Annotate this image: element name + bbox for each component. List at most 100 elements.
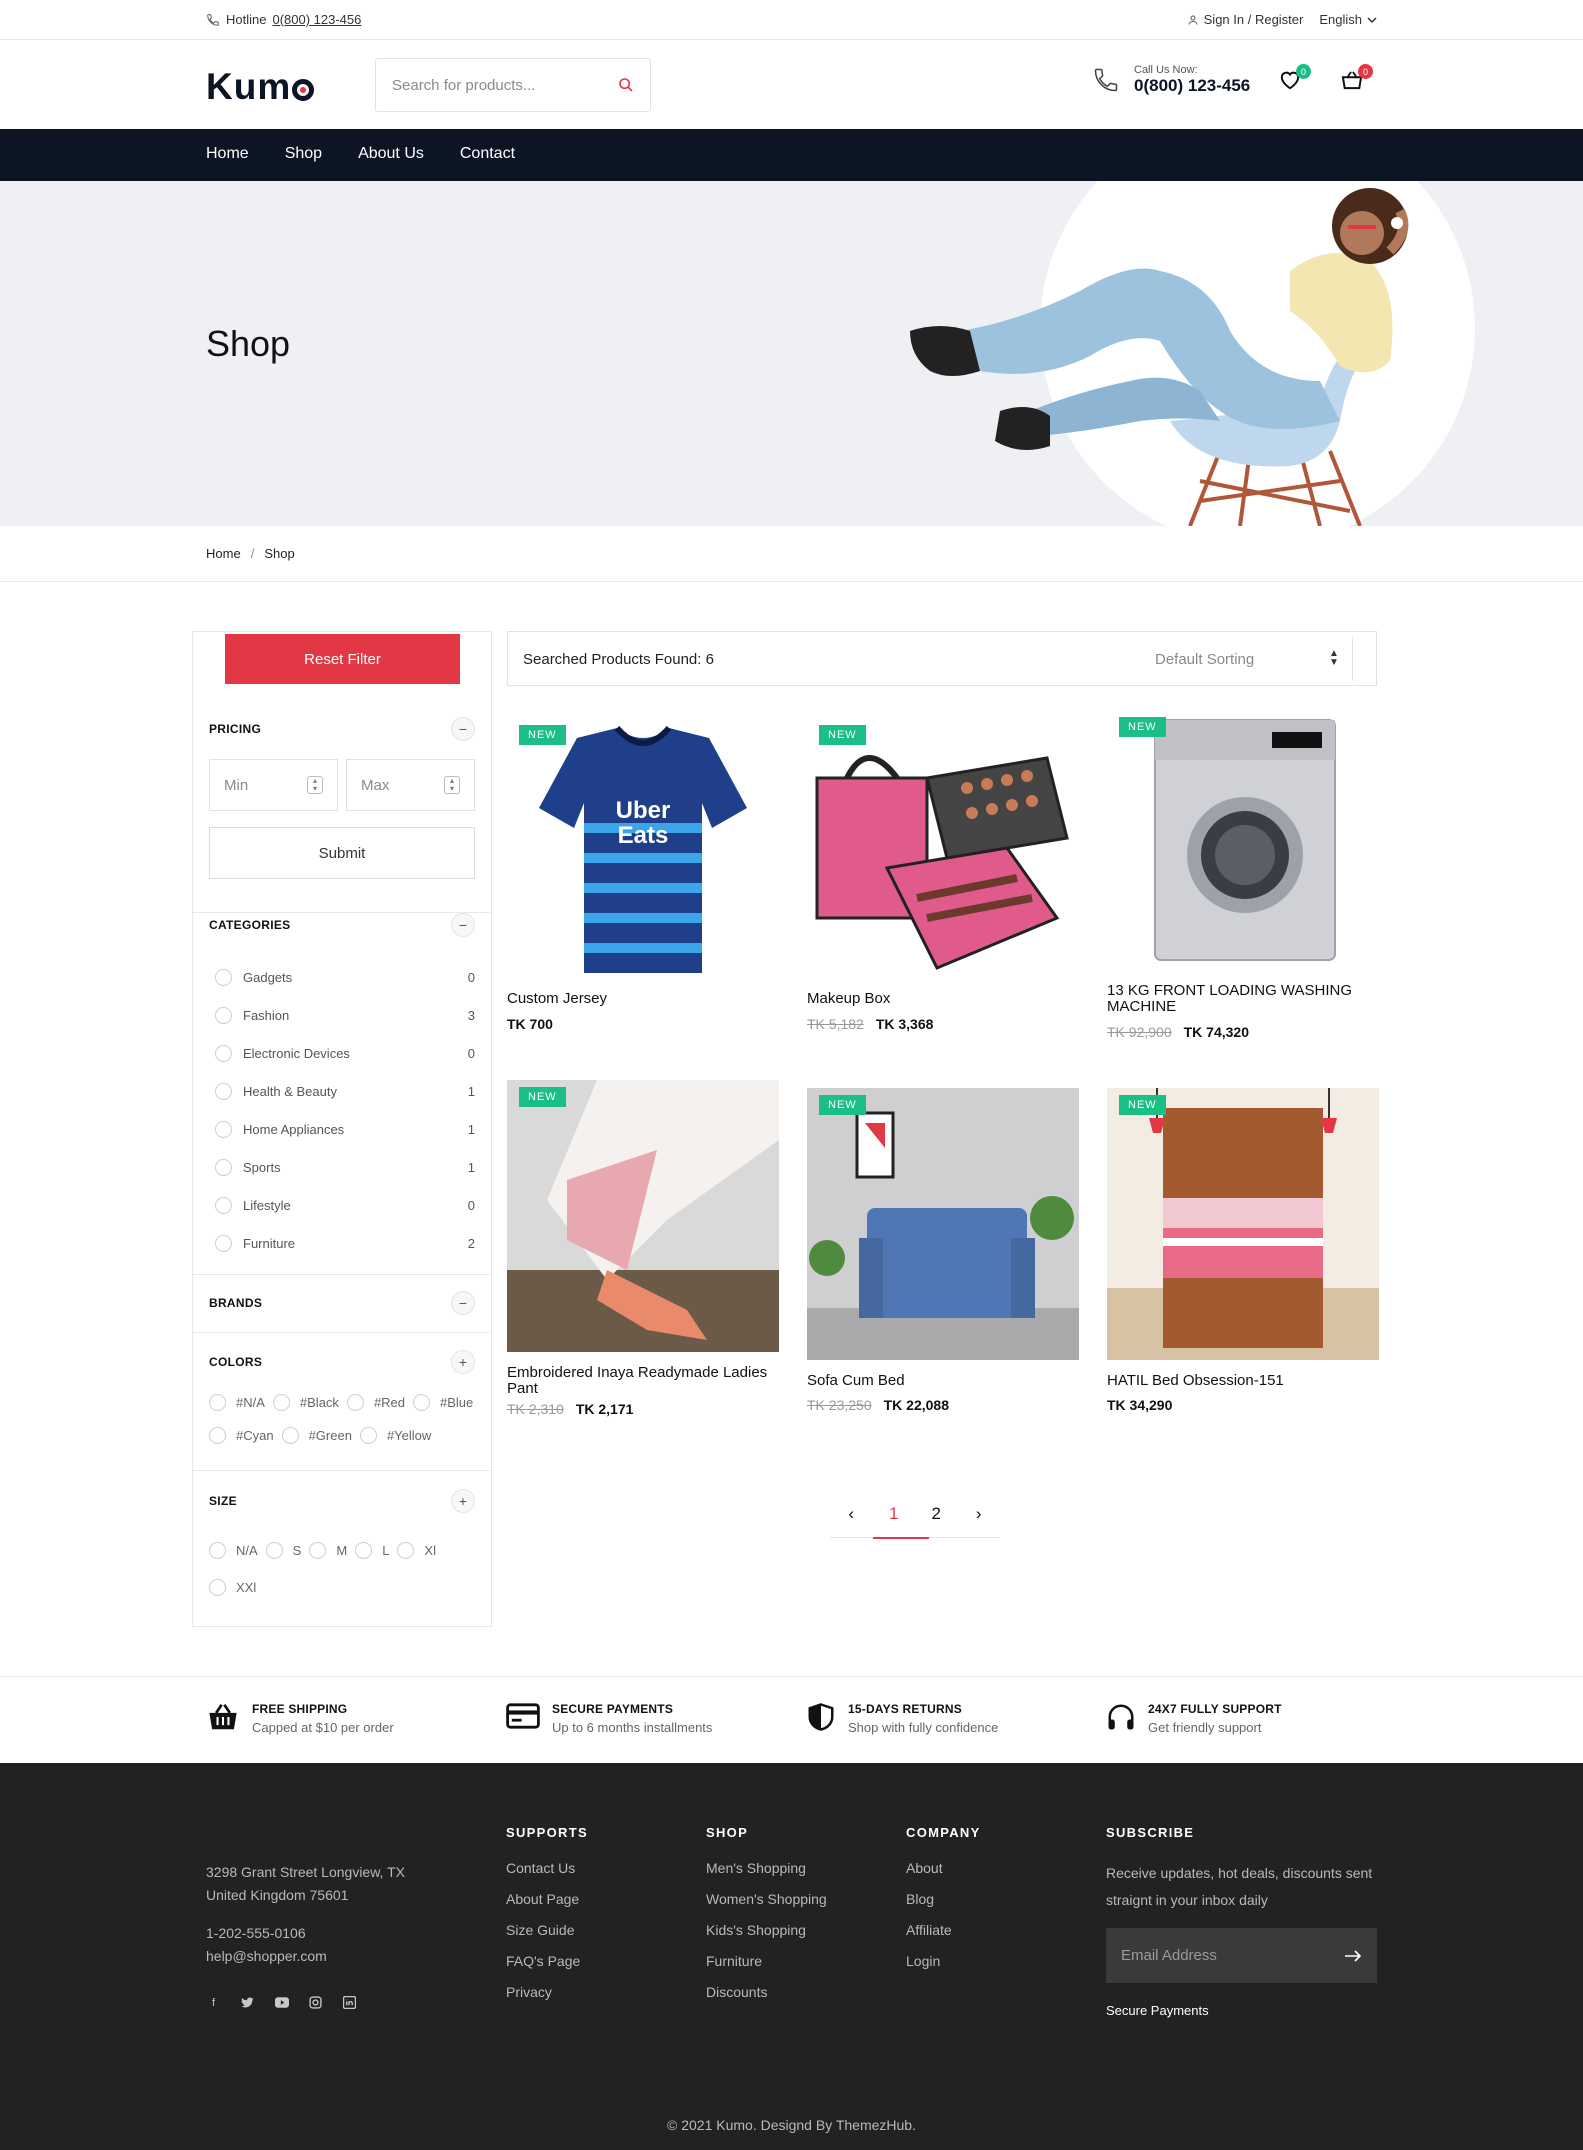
product-image[interactable]: NEW bbox=[1107, 1088, 1379, 1360]
next-page-button[interactable]: › bbox=[958, 1504, 1001, 1524]
sort-arrows-icon[interactable]: ▲ ▼ bbox=[1329, 649, 1339, 668]
product-name[interactable]: Makeup Box bbox=[807, 991, 1079, 1007]
radio-icon[interactable] bbox=[215, 1006, 232, 1024]
product-name[interactable]: 13 KG FRONT LOADING WASHING MACHINE bbox=[1107, 983, 1379, 1015]
categories-collapse-button[interactable]: − bbox=[451, 913, 475, 937]
prev-page-button[interactable]: ‹ bbox=[830, 1504, 873, 1524]
pricing-collapse-button[interactable]: − bbox=[451, 717, 475, 741]
footer-link[interactable]: Privacy bbox=[506, 1984, 588, 2000]
linkedin-icon[interactable] bbox=[342, 1995, 357, 2010]
radio-icon[interactable] bbox=[346, 1394, 364, 1411]
product-name[interactable]: Custom Jersey bbox=[507, 991, 779, 1007]
radio-icon[interactable] bbox=[215, 1158, 232, 1176]
footer-link[interactable]: Affiliate bbox=[906, 1922, 981, 1938]
min-price-input[interactable]: Min ▴ ▾ bbox=[209, 759, 338, 811]
hotline-number[interactable]: 0(800) 123-456 bbox=[272, 12, 361, 27]
twitter-icon[interactable] bbox=[240, 1995, 255, 2010]
nav-contact[interactable]: Contact bbox=[460, 145, 515, 163]
footer-link[interactable]: Login bbox=[906, 1953, 981, 1969]
product-image[interactable]: NEW bbox=[807, 1088, 1079, 1360]
footer-link[interactable]: Furniture bbox=[706, 1953, 827, 1969]
color-option[interactable]: #Cyan bbox=[209, 1427, 274, 1444]
radio-icon[interactable] bbox=[215, 1196, 232, 1214]
facebook-icon[interactable]: f bbox=[206, 1995, 221, 2010]
footer-phone[interactable]: 1-202-555-0106 bbox=[206, 1922, 327, 1945]
radio-icon[interactable] bbox=[359, 1427, 377, 1444]
radio-icon[interactable] bbox=[209, 1542, 226, 1559]
category-item[interactable]: Health & Beauty 1 bbox=[215, 1079, 475, 1103]
category-item[interactable]: Home Appliances 1 bbox=[215, 1117, 475, 1141]
stepper-icon[interactable]: ▴ ▾ bbox=[307, 776, 323, 794]
color-option[interactable]: #Green bbox=[281, 1427, 352, 1444]
sort-select[interactable]: Default Sorting bbox=[1155, 651, 1254, 668]
category-item[interactable]: Furniture 2 bbox=[215, 1231, 475, 1255]
radio-icon[interactable] bbox=[309, 1542, 327, 1559]
category-item[interactable]: Fashion 3 bbox=[215, 1003, 475, 1027]
stepper-icon[interactable]: ▴ ▾ bbox=[444, 776, 460, 794]
reset-filter-button[interactable]: Reset Filter bbox=[225, 634, 460, 684]
radio-icon[interactable] bbox=[209, 1427, 226, 1444]
radio-icon[interactable] bbox=[281, 1427, 299, 1444]
product-image[interactable]: NEW bbox=[1107, 710, 1379, 982]
footer-link[interactable]: Size Guide bbox=[506, 1922, 588, 1938]
logo[interactable]: Kum bbox=[206, 66, 315, 108]
price-submit-button[interactable]: Submit bbox=[209, 827, 475, 879]
radio-icon[interactable] bbox=[209, 1394, 226, 1411]
radio-icon[interactable] bbox=[265, 1542, 283, 1559]
instagram-icon[interactable] bbox=[308, 1995, 323, 2010]
color-option[interactable]: #N/A bbox=[209, 1394, 265, 1411]
size-option[interactable]: XXl bbox=[209, 1579, 256, 1596]
footer-link[interactable]: Contact Us bbox=[506, 1860, 588, 1876]
footer-link[interactable]: About bbox=[906, 1860, 981, 1876]
nav-shop[interactable]: Shop bbox=[285, 145, 322, 163]
radio-icon[interactable] bbox=[397, 1542, 415, 1559]
page-1[interactable]: 1 bbox=[872, 1490, 928, 1539]
breadcrumb-home[interactable]: Home bbox=[206, 546, 241, 561]
category-item[interactable]: Sports 1 bbox=[215, 1155, 475, 1179]
product-image[interactable]: NEW bbox=[507, 1080, 779, 1352]
nav-home[interactable]: Home bbox=[206, 145, 249, 163]
category-item[interactable]: Lifestyle 0 bbox=[215, 1193, 475, 1217]
email-input[interactable] bbox=[1121, 1947, 1344, 1964]
radio-icon[interactable] bbox=[215, 1044, 232, 1062]
radio-icon[interactable] bbox=[215, 1082, 232, 1100]
footer-link[interactable]: About Page bbox=[506, 1891, 588, 1907]
color-option[interactable]: #Blue bbox=[413, 1394, 473, 1411]
search-input[interactable] bbox=[392, 76, 618, 94]
colors-expand-button[interactable]: + bbox=[451, 1350, 475, 1374]
radio-icon[interactable] bbox=[355, 1542, 373, 1559]
wishlist-button[interactable]: 0 bbox=[1279, 64, 1311, 95]
cart-button[interactable]: 0 bbox=[1341, 64, 1373, 95]
footer-link[interactable]: Discounts bbox=[706, 1984, 827, 2000]
brands-collapse-button[interactable]: − bbox=[451, 1291, 475, 1315]
size-option[interactable]: M bbox=[309, 1542, 347, 1559]
footer-email[interactable]: help@shopper.com bbox=[206, 1945, 327, 1968]
signin-link[interactable]: Sign In / Register bbox=[1187, 12, 1303, 27]
size-option[interactable]: N/A bbox=[209, 1542, 258, 1559]
color-option[interactable]: #Yellow bbox=[359, 1427, 431, 1444]
size-expand-button[interactable]: + bbox=[451, 1489, 475, 1513]
radio-icon[interactable] bbox=[215, 1234, 232, 1252]
product-image[interactable]: NEW bbox=[807, 718, 1079, 990]
footer-link[interactable]: Women's Shopping bbox=[706, 1891, 827, 1907]
product-name[interactable]: Sofa Cum Bed bbox=[807, 1373, 1079, 1389]
color-option[interactable]: #Red bbox=[346, 1394, 405, 1411]
size-option[interactable]: S bbox=[265, 1542, 301, 1559]
radio-icon[interactable] bbox=[215, 968, 232, 986]
language-select[interactable]: English bbox=[1319, 12, 1377, 27]
radio-icon[interactable] bbox=[209, 1579, 226, 1596]
product-name[interactable]: HATIL Bed Obsession-151 bbox=[1107, 1373, 1379, 1389]
category-item[interactable]: Gadgets 0 bbox=[215, 965, 475, 989]
category-item[interactable]: Electronic Devices 0 bbox=[215, 1041, 475, 1065]
radio-icon[interactable] bbox=[413, 1394, 431, 1411]
footer-link[interactable]: Kids's Shopping bbox=[706, 1922, 827, 1938]
product-image[interactable]: NEW Uber Eats bbox=[507, 718, 779, 990]
footer-link[interactable]: Blog bbox=[906, 1891, 981, 1907]
size-option[interactable]: L bbox=[355, 1542, 389, 1559]
radio-icon[interactable] bbox=[215, 1120, 232, 1138]
search-icon[interactable] bbox=[618, 77, 634, 93]
youtube-icon[interactable] bbox=[274, 1995, 289, 2010]
nav-about[interactable]: About Us bbox=[358, 145, 424, 163]
footer-link[interactable]: FAQ's Page bbox=[506, 1953, 588, 1969]
radio-icon[interactable] bbox=[272, 1394, 290, 1411]
